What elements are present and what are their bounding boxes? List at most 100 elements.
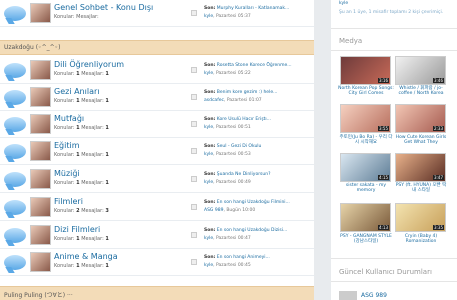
forum-list: Genel Sohbet - Konu Dışı Konular: Mesajl… — [0, 0, 314, 300]
forum-stats: Konular: 1 Mesajlar: 1 — [54, 71, 109, 77]
forum-avatar — [30, 225, 51, 245]
last-post-meta: asdcafec, Pazartesi 01:07 — [204, 98, 262, 103]
forum-stats: Konular: Mesajlar: — [54, 14, 99, 20]
forum-bubble-icon — [4, 200, 26, 215]
media-panel-title: Medya — [339, 37, 363, 45]
forum-avatar — [30, 87, 51, 107]
forum-avatar — [30, 114, 51, 134]
forum-row[interactable]: Müziği Konular: 1 Mesajlar: 1 Son: Şuand… — [0, 166, 314, 193]
last-post-meta: kyle, Pazartesi 00:53 — [204, 152, 251, 157]
last-post-title[interactable]: Son: Şuanda Ne Dinliyorsun? — [204, 172, 270, 177]
forum-stats: Konular: 1 Mesajlar: 1 — [54, 98, 109, 104]
forum-row[interactable]: Mutfağı Konular: 1 Mesajlar: 1 Son: Kore… — [0, 111, 314, 138]
last-post-title[interactable]: Son: En son hangi Uzakdoğu Dizisi... — [204, 228, 287, 233]
last-post-title[interactable]: Son: Kore Usulü Hacır Eriştı... — [204, 117, 271, 122]
last-post-icon — [191, 148, 197, 154]
last-post-meta: kyle, Pazartesi 00:45 — [204, 263, 251, 268]
last-post-title[interactable]: Son: Seul - Gezi Di Okulu — [204, 144, 261, 149]
video-caption[interactable]: Whistle / 휘파람 / jo-coffee / North Korea — [393, 86, 449, 96]
video-caption[interactable]: PSY (ft. HYUNA) 오빤 딱 내 스타일 — [393, 183, 449, 193]
sidebar-divider — [331, 28, 457, 29]
video-caption[interactable]: Cryin (Baby 4) Romanization — [393, 234, 449, 244]
last-post-icon — [191, 204, 197, 210]
last-post-icon — [191, 176, 197, 182]
last-post-title[interactable]: Son: Murphy Kuralları - Katlanamak... — [204, 6, 289, 11]
last-post-meta: kyle, Pazartesi 00:51 — [204, 125, 251, 130]
video-thumbnail[interactable]: 3:55 — [340, 104, 391, 133]
forum-bubble-icon — [4, 172, 26, 187]
sidebar-divider — [331, 50, 457, 51]
last-post-title[interactable]: Son: En son hangi Uzakdoğu Filmini... — [204, 200, 290, 205]
forum-bubble-icon — [4, 255, 26, 270]
forum-bubble-icon — [4, 228, 26, 243]
category-header-uzakdogu[interactable]: Uzakdoğu (◦^_^◦) — [0, 40, 314, 55]
video-caption[interactable]: How Cute Korean Girls Get What They — [393, 135, 449, 145]
last-post-meta: kyle, Pazartesi 05:37 — [204, 14, 251, 19]
sidebar — [331, 0, 457, 300]
forum-row[interactable]: Gezi Anıları Konular: 1 Mesajlar: 1 Son:… — [0, 84, 314, 111]
video-caption[interactable]: PSY - GANGNAM STYLE (강남스타일) — [338, 234, 394, 244]
forum-avatar — [30, 3, 51, 23]
forum-row[interactable]: Eğitim Konular: 1 Mesajlar: 1 Son: Seul … — [0, 138, 314, 165]
forum-name[interactable]: Müziği — [54, 169, 80, 178]
forum-bubble-icon — [4, 144, 26, 159]
user-avatar-icon — [339, 291, 357, 300]
last-post-icon — [191, 121, 197, 127]
forum-avatar — [30, 252, 51, 272]
video-thumbnail[interactable]: 3:46 — [395, 56, 446, 85]
video-thumbnail[interactable]: 3:16 — [340, 56, 391, 85]
online-summary: Şu an 1 üye, 1 misafir toplamı 2 kişi çe… — [339, 10, 444, 15]
video-caption[interactable]: sister sakata - my memory — [338, 183, 394, 193]
forum-bubble-icon — [4, 117, 26, 132]
last-post-title[interactable]: Son: En son hangi Animeyi... — [204, 255, 270, 260]
forum-avatar — [30, 60, 51, 80]
video-thumbnail[interactable]: 2:33 — [395, 104, 446, 133]
forum-name[interactable]: Dili Öğrenliyorum — [54, 60, 124, 69]
forum-bubble-icon — [4, 90, 26, 105]
forum-name[interactable]: Gezi Anıları — [54, 87, 100, 96]
forum-stats: Konular: 1 Mesajlar: 1 — [54, 236, 109, 242]
forum-name[interactable]: Dizi Filmleri — [54, 225, 100, 234]
last-post-icon — [191, 10, 197, 16]
video-thumbnail[interactable]: 3:35 — [395, 203, 446, 232]
sidebar-top-user[interactable]: kyle — [339, 1, 348, 6]
last-post-meta: ASG 989, Bugün 10:00 — [204, 208, 256, 213]
forum-name[interactable]: Mutfağı — [54, 114, 84, 123]
last-post-title[interactable]: Son: Rosetta Stone Korece Öğrenme... — [204, 63, 292, 68]
forum-row[interactable]: Genel Sohbet - Konu Dışı Konular: Mesajl… — [0, 0, 314, 27]
forum-row[interactable]: Filmleri Konular: 2 Mesajlar: 3 Son: En … — [0, 194, 314, 221]
forum-name[interactable]: Genel Sohbet - Konu Dışı — [54, 3, 153, 12]
video-caption[interactable]: North Korean Pop Songs: City Girl Comes — [338, 86, 394, 96]
forum-row[interactable]: Anime & Manga Konular: 1 Mesajlar: 1 Son… — [0, 249, 314, 276]
column-gutter — [314, 0, 331, 300]
last-post-icon — [191, 94, 197, 100]
category-header-puling[interactable]: Puling Puling (つ∀と) ··· — [0, 286, 314, 300]
sidebar-divider — [331, 258, 457, 259]
forum-name[interactable]: Eğitim — [54, 141, 80, 150]
video-thumbnail[interactable]: 4:15 — [340, 153, 391, 182]
last-post-meta: kyle, Pazartesi 05:22 — [204, 71, 251, 76]
forum-stats: Konular: 1 Mesajlar: 1 — [54, 263, 109, 269]
forum-stats: Konular: 1 Mesajlar: 1 — [54, 125, 109, 131]
video-thumbnail[interactable]: 4:13 — [340, 203, 391, 232]
forum-bubble-icon — [4, 6, 26, 21]
video-caption[interactable]: 주토민(Ju Bo Ra) - 우리 다시 시작해요 — [338, 135, 394, 145]
online-user-name[interactable]: ASG 989 — [361, 292, 387, 299]
forum-name[interactable]: Anime & Manga — [54, 252, 118, 261]
forum-row[interactable]: Dili Öğrenliyorum Konular: 1 Mesajlar: 1… — [0, 57, 314, 84]
last-post-title[interactable]: Son: Benim kore gezim :) hele... — [204, 90, 277, 95]
forum-stats: Konular: 2 Mesajlar: 3 — [54, 208, 109, 214]
sidebar-divider — [331, 281, 457, 282]
forum-stats: Konular: 1 Mesajlar: 1 — [54, 152, 109, 158]
last-post-meta: kyle, Pazartesi 00:47 — [204, 236, 251, 241]
last-post-meta: kyle, Pazartesi 00:49 — [204, 180, 251, 185]
forum-name[interactable]: Filmleri — [54, 197, 83, 206]
last-post-icon — [191, 259, 197, 265]
forum-bubble-icon — [4, 63, 26, 78]
forum-avatar — [30, 197, 51, 217]
video-thumbnail[interactable]: 3:47 — [395, 153, 446, 182]
forum-row[interactable]: Dizi Filmleri Konular: 1 Mesajlar: 1 Son… — [0, 222, 314, 249]
forum-avatar — [30, 169, 51, 189]
online-panel-title: Güncel Kullanıcı Durumları — [339, 268, 432, 276]
forum-stats: Konular: 1 Mesajlar: 1 — [54, 180, 109, 186]
